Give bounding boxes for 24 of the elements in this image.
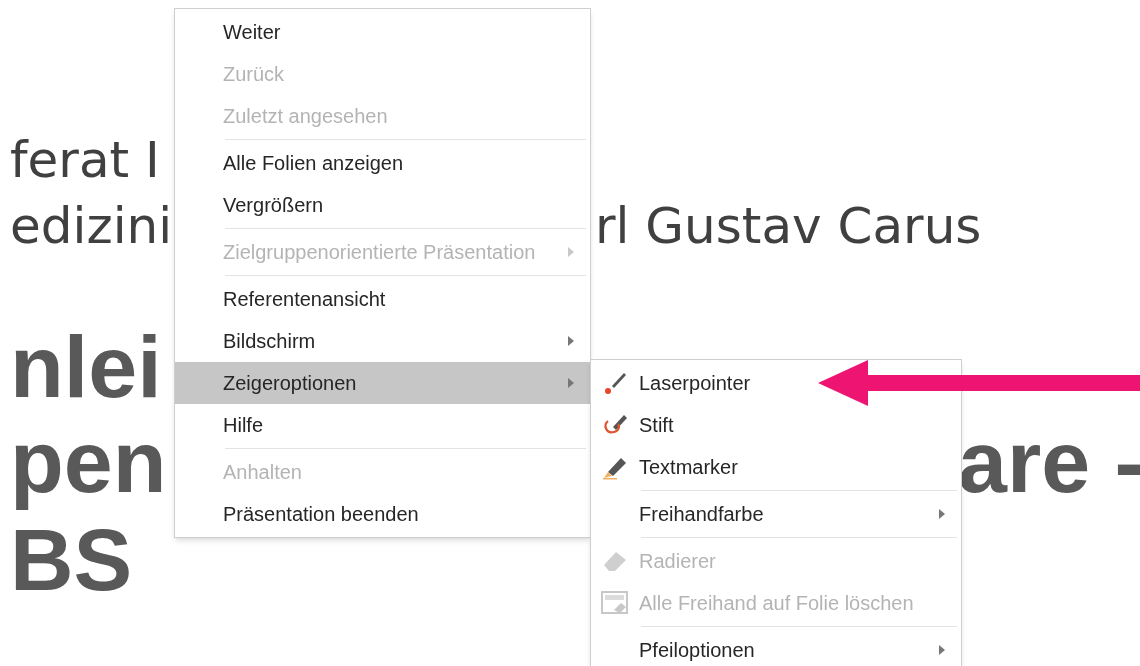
slide-text: BS	[10, 510, 133, 611]
menu-item[interactable]: Pfeiloptionen	[591, 629, 961, 666]
submenu-caret-icon	[568, 378, 574, 388]
menu-item[interactable]: Bildschirm	[175, 320, 590, 362]
submenu-caret-icon	[939, 645, 945, 655]
submenu-caret-icon	[568, 247, 574, 257]
clear-slide-icon	[601, 590, 629, 616]
menu-item[interactable]: Referentenansicht	[175, 278, 590, 320]
menu-item[interactable]: Hilfe	[175, 404, 590, 446]
menu-item[interactable]: Textmarker	[591, 446, 961, 488]
menu-item[interactable]: Vergrößern	[175, 184, 590, 226]
submenu-caret-icon	[568, 336, 574, 346]
menu-item[interactable]: Präsentation beenden	[175, 493, 590, 535]
slide-text: edizini	[10, 196, 173, 256]
menu-item[interactable]: Stift	[591, 404, 961, 446]
slide-text: rl Gustav Carus	[595, 196, 982, 256]
laser-pointer-icon	[602, 370, 628, 396]
menu-item[interactable]: Alle Folien anzeigen	[175, 142, 590, 184]
menu-item[interactable]: Zeigeroptionen	[175, 362, 590, 404]
slide-text: ferat I	[10, 130, 160, 190]
slide-text: are -	[958, 411, 1140, 513]
menu-item[interactable]: Freihandfarbe	[591, 493, 961, 535]
submenu-caret-icon	[939, 509, 945, 519]
menu-item[interactable]: Weiter	[175, 11, 590, 53]
